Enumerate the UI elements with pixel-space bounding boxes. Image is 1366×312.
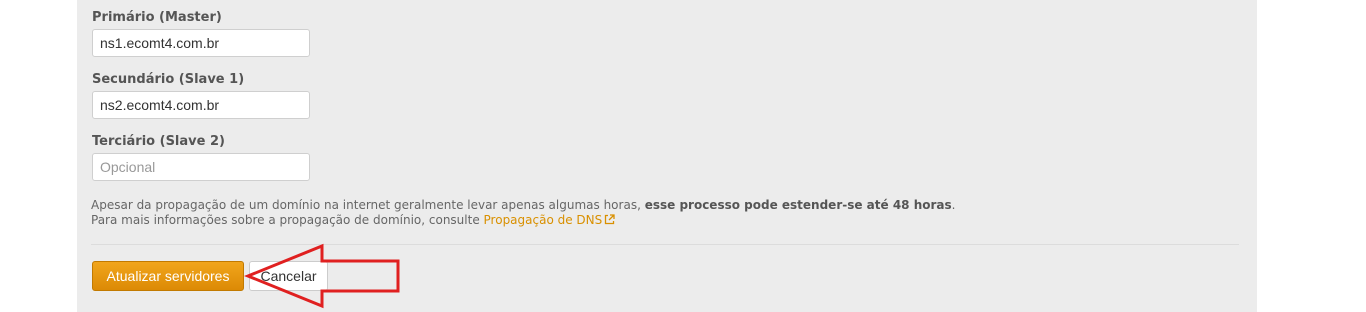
propagation-note-period: . (951, 198, 956, 212)
dns-propagation-link[interactable]: Propagação de DNS (484, 213, 616, 227)
primary-ns-input[interactable] (92, 29, 310, 57)
tertiary-ns-label: Terciário (Slave 2) (92, 134, 225, 149)
secondary-ns-label: Secundário (Slave 1) (92, 72, 245, 87)
external-link-icon (605, 214, 615, 225)
update-servers-button[interactable]: Atualizar servidores (92, 261, 244, 291)
more-info-note: Para mais informações sobre a propagação… (91, 213, 615, 227)
more-info-text: Para mais informações sobre a propagação… (91, 213, 484, 227)
primary-ns-label: Primário (Master) (92, 10, 222, 25)
propagation-note: Apesar da propagação de um domínio na in… (91, 198, 955, 212)
dns-propagation-link-label: Propagação de DNS (483, 213, 603, 227)
secondary-ns-input[interactable] (92, 91, 310, 119)
tertiary-ns-input[interactable] (92, 153, 310, 181)
red-arrow-annotation (244, 243, 400, 309)
propagation-note-text: Apesar da propagação de um domínio na in… (91, 198, 645, 212)
propagation-note-emphasis: esse processo pode estender-se até 48 ho… (644, 198, 952, 212)
